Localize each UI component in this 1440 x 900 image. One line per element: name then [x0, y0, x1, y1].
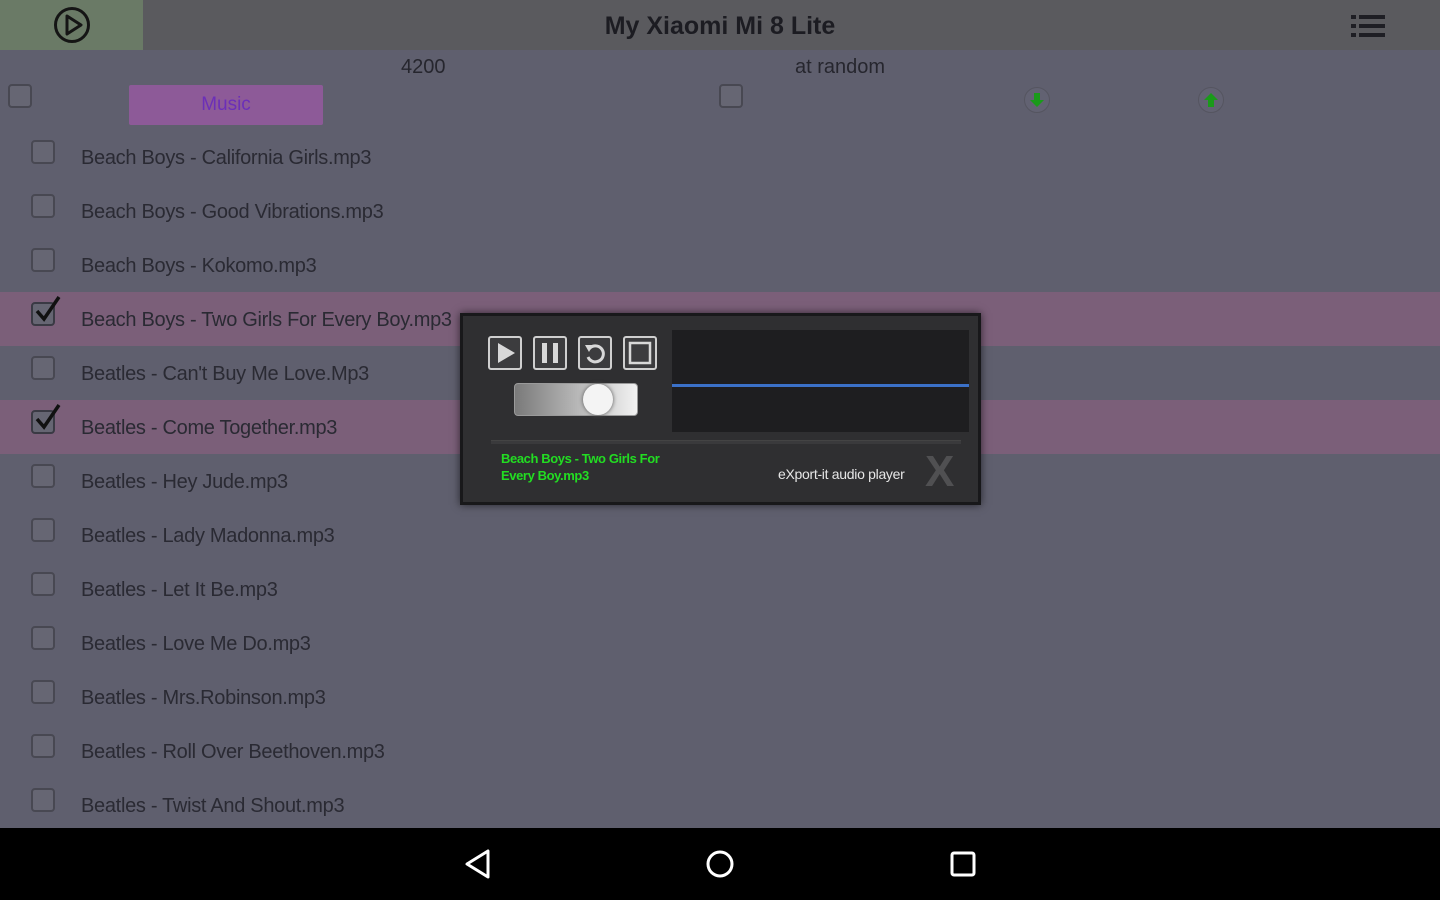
- play-icon: [498, 343, 515, 363]
- track-checkbox[interactable]: [31, 572, 55, 596]
- play-button[interactable]: [488, 336, 522, 370]
- track-checkbox[interactable]: [31, 680, 55, 704]
- move-down-button[interactable]: [1024, 87, 1050, 113]
- track-label: Beach Boys - Kokomo.mp3: [81, 255, 317, 277]
- replay-button[interactable]: [578, 336, 612, 370]
- music-button[interactable]: Music: [129, 85, 323, 125]
- track-checkbox[interactable]: [31, 140, 55, 164]
- track-label: Beatles - Lady Madonna.mp3: [81, 525, 335, 547]
- track-label: Beatles - Hey Jude.mp3: [81, 471, 288, 493]
- navigation-bar: [0, 828, 1440, 900]
- list-item[interactable]: Beatles - Love Me Do.mp3: [0, 616, 1440, 670]
- play-tab[interactable]: [0, 0, 143, 50]
- list-item[interactable]: Beach Boys - Good Vibrations.mp3: [0, 184, 1440, 238]
- list-icon: [1351, 15, 1385, 37]
- checkmark-icon: [35, 296, 61, 322]
- volume-slider[interactable]: [514, 383, 638, 416]
- volume-slider-handle[interactable]: [583, 384, 613, 415]
- recents-button[interactable]: [945, 846, 981, 882]
- track-checkbox[interactable]: [31, 518, 55, 542]
- track-label: Beatles - Come Together.mp3: [81, 417, 338, 439]
- list-item[interactable]: Beach Boys - California Girls.mp3: [0, 130, 1440, 184]
- waveform-line: [672, 384, 969, 387]
- track-checkbox[interactable]: [31, 788, 55, 812]
- track-checkbox[interactable]: [31, 194, 55, 218]
- list-item[interactable]: Beatles - Let It Be.mp3: [0, 562, 1440, 616]
- track-label: Beatles - Twist And Shout.mp3: [81, 795, 345, 817]
- home-icon: [706, 850, 734, 878]
- player-divider: [491, 440, 961, 444]
- stop-icon: [628, 341, 652, 365]
- replay-icon: [585, 344, 605, 364]
- list-item[interactable]: Beatles - Roll Over Beethoven.mp3: [0, 724, 1440, 778]
- track-count: 4200: [401, 56, 446, 78]
- track-checkbox[interactable]: [31, 248, 55, 272]
- stop-button[interactable]: [623, 336, 657, 370]
- move-up-button[interactable]: [1198, 87, 1224, 113]
- arrow-up-icon: [1204, 93, 1218, 107]
- track-label: Beatles - Roll Over Beethoven.mp3: [81, 741, 385, 763]
- recents-icon: [950, 851, 976, 877]
- x-logo-icon: X: [925, 447, 955, 496]
- now-playing-label: Beach Boys - Two Girls For Every Boy.mp3: [501, 451, 660, 483]
- order-label: at random: [795, 56, 886, 78]
- track-checkbox[interactable]: [31, 356, 55, 380]
- track-checkbox[interactable]: [31, 464, 55, 488]
- player-brand: eXport-it audio player: [778, 466, 905, 482]
- list-item[interactable]: Beatles - Mrs.Robinson.mp3: [0, 670, 1440, 724]
- checkmark-icon: [35, 404, 61, 430]
- track-checkbox[interactable]: [31, 734, 55, 758]
- select-all-checkbox[interactable]: [8, 84, 32, 108]
- pause-button[interactable]: [533, 336, 567, 370]
- back-icon: [465, 849, 490, 879]
- home-button[interactable]: [702, 846, 738, 882]
- track-checkbox[interactable]: [31, 626, 55, 650]
- pause-icon: [542, 343, 558, 363]
- random-checkbox[interactable]: [719, 84, 743, 108]
- track-label: Beatles - Let It Be.mp3: [81, 579, 278, 601]
- track-label: Beatles - Mrs.Robinson.mp3: [81, 687, 326, 709]
- track-label: Beach Boys - Two Girls For Every Boy.mp3: [81, 309, 452, 331]
- menu-button[interactable]: [1348, 11, 1388, 41]
- list-item[interactable]: Beatles - Twist And Shout.mp3: [0, 778, 1440, 832]
- back-button[interactable]: [460, 846, 496, 882]
- list-item[interactable]: Beach Boys - Kokomo.mp3: [0, 238, 1440, 292]
- visualizer-display: [672, 330, 969, 432]
- track-checkbox[interactable]: [31, 296, 61, 326]
- play-circle-icon: [53, 7, 90, 43]
- track-label: Beatles - Love Me Do.mp3: [81, 633, 311, 655]
- track-label: Beatles - Can't Buy Me Love.Mp3: [81, 363, 369, 385]
- list-item[interactable]: Beatles - Lady Madonna.mp3: [0, 508, 1440, 562]
- track-label: Beach Boys - California Girls.mp3: [81, 147, 372, 169]
- page-title: My Xiaomi Mi 8 Lite: [604, 12, 836, 40]
- audio-player: Beach Boys - Two Girls For Every Boy.mp3…: [460, 313, 981, 505]
- title-bar: My Xiaomi Mi 8 Lite: [0, 0, 1440, 50]
- arrow-down-icon: [1030, 93, 1044, 107]
- track-checkbox[interactable]: [31, 404, 61, 434]
- track-label: Beach Boys - Good Vibrations.mp3: [81, 201, 384, 223]
